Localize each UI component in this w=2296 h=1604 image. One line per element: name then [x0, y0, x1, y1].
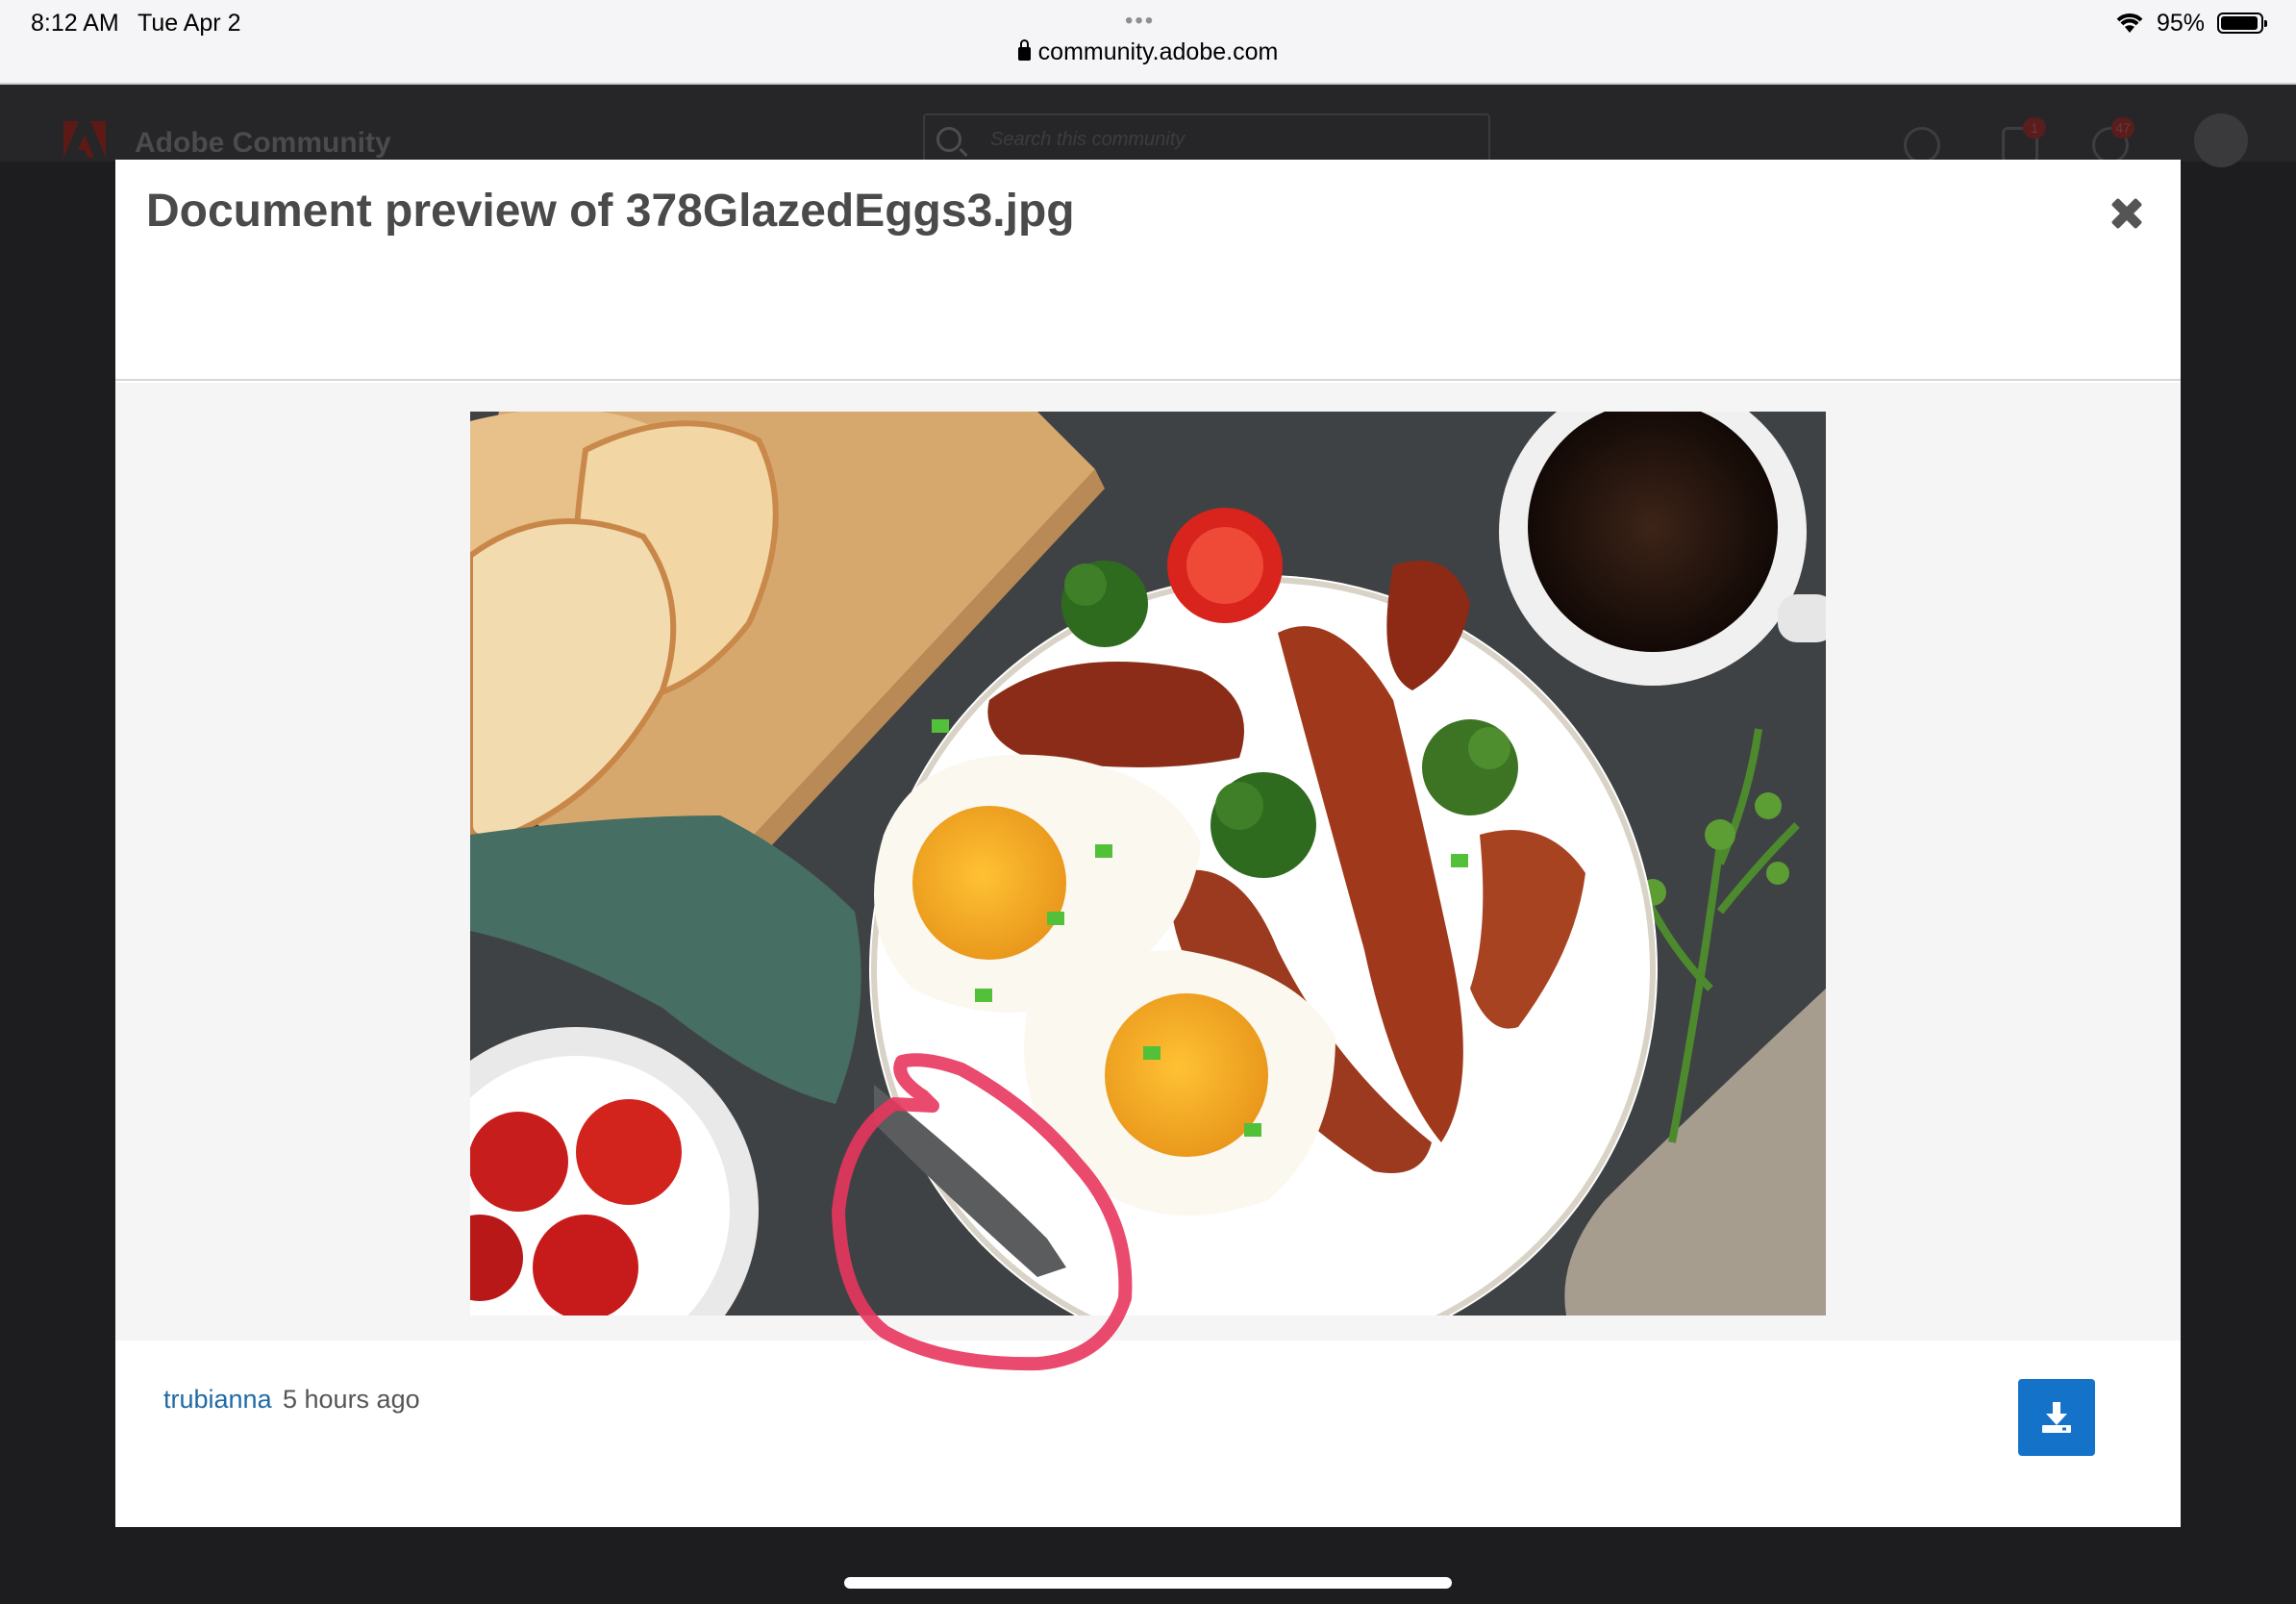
site-header: Adobe Community Search this community 1 … — [0, 85, 2296, 167]
lock-icon — [1017, 39, 1031, 61]
search-placeholder: Search this community — [990, 129, 1185, 150]
download-icon — [2042, 1402, 2071, 1433]
adobe-logo-icon — [63, 121, 106, 158]
battery-percent: 95% — [2157, 10, 2206, 37]
download-button[interactable] — [2018, 1379, 2095, 1456]
site-search-input[interactable]: Search this community — [923, 113, 1490, 162]
document-preview-modal: Document preview of 378GlazedEggs3.jpg t… — [115, 160, 2181, 1527]
globe-icon[interactable] — [1904, 127, 1940, 163]
address-bar[interactable]: community.adobe.com — [0, 38, 2296, 66]
messages-badge: 1 — [2023, 117, 2046, 138]
site-title[interactable]: Adobe Community — [135, 127, 391, 160]
avatar[interactable] — [2194, 113, 2248, 167]
notifications-badge: 47 — [2111, 117, 2134, 138]
post-time: 5 hours ago — [283, 1385, 420, 1414]
breakfast-photo — [470, 412, 1826, 1316]
search-icon — [936, 127, 961, 152]
modal-footer: trubianna 5 hours ago — [115, 1341, 2181, 1527]
address-url: community.adobe.com — [1037, 38, 1279, 65]
wifi-icon — [2116, 13, 2143, 33]
author-link[interactable]: trubianna — [163, 1385, 272, 1415]
battery-icon — [2217, 13, 2267, 34]
preview-image — [470, 412, 1826, 1316]
tab-options-icon[interactable]: ••• — [1125, 8, 1155, 35]
modal-title: Document preview of 378GlazedEggs3.jpg — [146, 186, 1075, 237]
status-time: 8:12 AM — [31, 10, 119, 37]
modal-header: Document preview of 378GlazedEggs3.jpg — [115, 160, 2181, 381]
modal-body — [115, 383, 2181, 1341]
home-indicator[interactable] — [844, 1577, 1452, 1589]
close-icon[interactable] — [2108, 194, 2146, 233]
status-bar: 8:12 AM Tue Apr 2 ••• community.adobe.co… — [0, 0, 2296, 85]
status-date: Tue Apr 2 — [137, 10, 241, 37]
